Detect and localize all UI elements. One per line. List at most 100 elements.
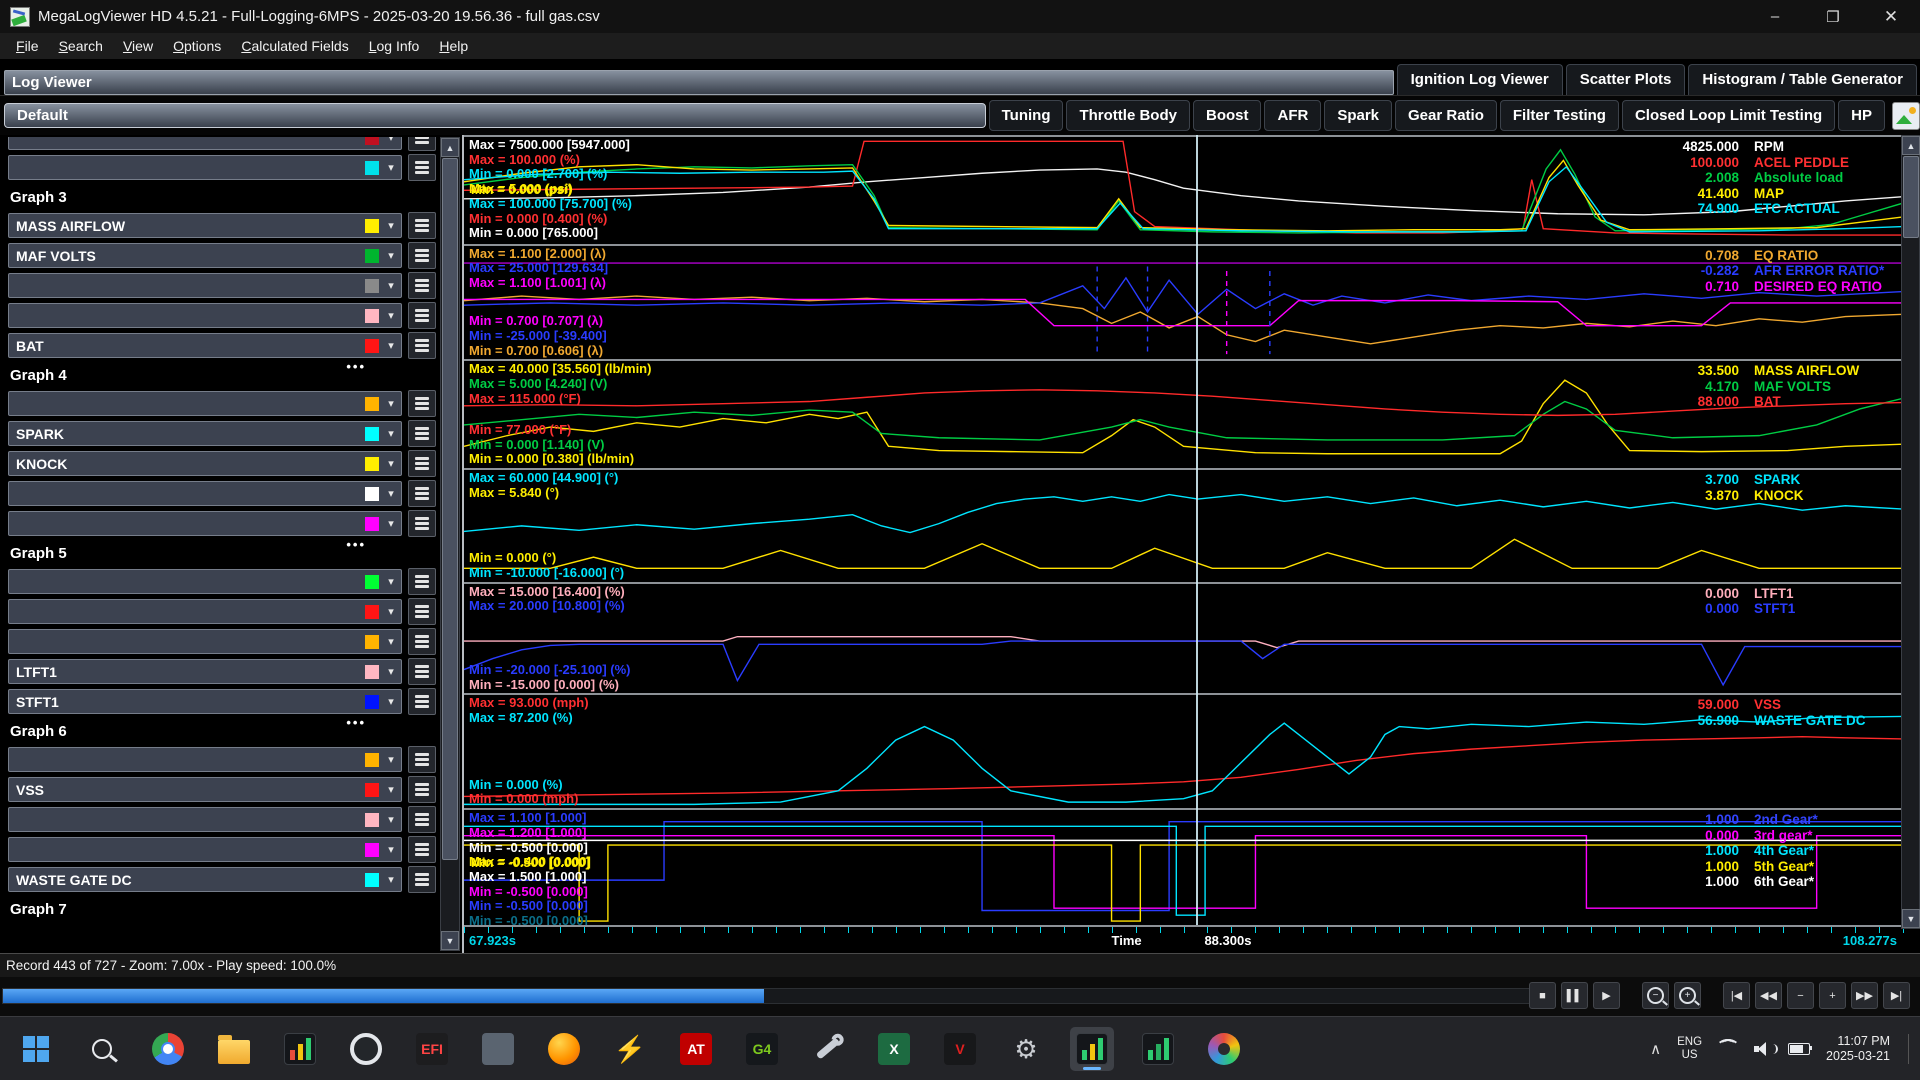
maximize-button[interactable]: ❐	[1804, 0, 1862, 33]
volume-icon[interactable]	[1754, 1041, 1772, 1057]
sidebar-scrollbar[interactable]: ▲▼	[440, 137, 460, 951]
lightning-app-icon[interactable]: ⚡	[608, 1027, 652, 1071]
channel-select-maf-volts[interactable]: MAF VOLTS▾	[8, 243, 402, 268]
close-button[interactable]: ✕	[1862, 0, 1920, 33]
channel-menu-button[interactable]	[408, 510, 436, 537]
channel-select-vss[interactable]: VSS▾	[8, 777, 402, 802]
notification-edge[interactable]	[1908, 1034, 1912, 1064]
rewind-button[interactable]: ◀◀	[1755, 982, 1782, 1009]
view-tab-hp[interactable]: HP	[1838, 100, 1885, 131]
channel-select-17[interactable]: ▾	[8, 629, 402, 654]
channel-menu-button[interactable]	[408, 836, 436, 863]
channel-select-9[interactable]: ▾	[8, 391, 402, 416]
tab-log-viewer[interactable]: Log Viewer	[4, 70, 1394, 95]
channel-select-0[interactable]: ▾	[8, 137, 402, 150]
v-app-icon[interactable]: V	[938, 1027, 982, 1071]
view-tab-afr[interactable]: AFR	[1264, 100, 1321, 131]
channel-select-ltft1[interactable]: LTFT1▾	[8, 659, 402, 684]
channel-menu-button[interactable]	[408, 598, 436, 625]
file-explorer-icon[interactable]	[212, 1027, 256, 1071]
skip-start-button[interactable]: |◀	[1723, 982, 1750, 1009]
wifi-icon[interactable]	[1718, 1041, 1738, 1057]
group-menu-dots-icon[interactable]: •••	[346, 719, 366, 727]
scroll-thumb[interactable]	[442, 158, 458, 860]
view-tab-closed-loop-limit-testing[interactable]: Closed Loop Limit Testing	[1622, 100, 1835, 131]
menu-calculated-fields[interactable]: Calculated Fields	[231, 35, 358, 57]
battery-icon[interactable]	[1788, 1043, 1810, 1055]
menu-search[interactable]: Search	[49, 35, 113, 57]
channel-menu-button[interactable]	[408, 302, 436, 329]
cobb-accesstuner-icon[interactable]: AT	[674, 1027, 718, 1071]
channel-select-23[interactable]: ▾	[8, 807, 402, 832]
channel-menu-button[interactable]	[408, 450, 436, 477]
graph-7-gears[interactable]: Max = 1.100 [1.000]Max = 1.200 [1.000]Mi…	[464, 808, 1903, 927]
channel-select-bat[interactable]: BAT▾	[8, 333, 402, 358]
start-button[interactable]	[14, 1027, 58, 1071]
efi-app-icon[interactable]: EFI	[410, 1027, 454, 1071]
channel-select-12[interactable]: ▾	[8, 481, 402, 506]
menu-file[interactable]: File	[6, 35, 49, 57]
channel-select-knock[interactable]: KNOCK▾	[8, 451, 402, 476]
zoom-out-button[interactable]: −	[1642, 982, 1669, 1009]
view-tab-spark[interactable]: Spark	[1324, 100, 1392, 131]
clock[interactable]: 11:07 PM 2025-03-21	[1826, 1034, 1890, 1064]
view-tab-tuning[interactable]: Tuning	[989, 100, 1064, 131]
scroll-up-icon[interactable]: ▲	[1902, 136, 1920, 155]
graph-4-spark-knock[interactable]: Max = 60.000 [44.900] (°)Max = 5.840 (°)…	[464, 468, 1903, 582]
graph-6-vss-wastegate[interactable]: Max = 93.000 (mph)Max = 87.200 (%)Min = …	[464, 693, 1903, 808]
channel-menu-button[interactable]	[408, 480, 436, 507]
channel-select-5[interactable]: ▾	[8, 273, 402, 298]
channel-menu-button[interactable]	[408, 866, 436, 893]
search-icon[interactable]	[80, 1027, 124, 1071]
channel-select-spark[interactable]: SPARK▾	[8, 421, 402, 446]
firefox-icon[interactable]	[542, 1027, 586, 1071]
playback-progress-track[interactable]	[2, 988, 1550, 1004]
group-menu-dots-icon[interactable]: •••	[346, 363, 366, 371]
menu-view[interactable]: View	[113, 35, 163, 57]
scroll-up-icon[interactable]: ▲	[441, 138, 459, 157]
skip-end-button[interactable]: ▶|	[1883, 982, 1910, 1009]
report-icon-button[interactable]	[1892, 102, 1920, 130]
view-tab-filter-testing[interactable]: Filter Testing	[1500, 100, 1619, 131]
graph-1-rpm[interactable]: Max = 7500.000 [5947.000]Max = 100.000 (…	[464, 135, 1903, 244]
channel-menu-button[interactable]	[408, 776, 436, 803]
channel-menu-button[interactable]	[408, 272, 436, 299]
tab-ignition-log-viewer[interactable]: Ignition Log Viewer	[1397, 64, 1563, 95]
play-button[interactable]: ▶	[1593, 982, 1620, 1009]
channel-select-15[interactable]: ▾	[8, 569, 402, 594]
channel-select-1[interactable]: ▾	[8, 155, 402, 180]
megalogviewer-icon[interactable]	[1136, 1027, 1180, 1071]
tab-scatter-plots[interactable]: Scatter Plots	[1566, 64, 1686, 95]
channel-menu-button[interactable]	[408, 137, 436, 151]
channel-select-6[interactable]: ▾	[8, 303, 402, 328]
scroll-thumb[interactable]	[1903, 156, 1919, 238]
minimize-button[interactable]: –	[1746, 0, 1804, 33]
channel-menu-button[interactable]	[408, 628, 436, 655]
graph-5-fuel-trims[interactable]: Max = 15.000 [16.400] (%)Max = 20.000 [1…	[464, 582, 1903, 694]
menu-options[interactable]: Options	[163, 35, 231, 57]
speed-up-button[interactable]: +	[1819, 982, 1846, 1009]
pause-button[interactable]: ▌▌	[1561, 982, 1588, 1009]
channel-select-waste-gate-dc[interactable]: WASTE GATE DC▾	[8, 867, 402, 892]
chart-app-icon[interactable]	[278, 1027, 322, 1071]
obs-app-icon[interactable]	[344, 1027, 388, 1071]
channel-select-13[interactable]: ▾	[8, 511, 402, 536]
channel-menu-button[interactable]	[408, 212, 436, 239]
wrench-icon[interactable]	[806, 1027, 850, 1071]
channel-menu-button[interactable]	[408, 154, 436, 181]
channel-menu-button[interactable]	[408, 658, 436, 685]
stop-button[interactable]: ■	[1529, 982, 1556, 1009]
channel-select-21[interactable]: ▾	[8, 747, 402, 772]
group-menu-dots-icon[interactable]: •••	[346, 541, 366, 549]
chrome-browser-icon[interactable]	[146, 1027, 190, 1071]
channel-menu-button[interactable]	[408, 332, 436, 359]
graph-2-eq-ratio[interactable]: Max = 1.100 [2.000] (λ)Max = 25.000 [129…	[464, 244, 1903, 360]
zoom-in-button[interactable]: +	[1674, 982, 1701, 1009]
excel-icon[interactable]: X	[872, 1027, 916, 1071]
view-tab-default[interactable]: Default	[4, 103, 986, 128]
g4-app-icon[interactable]: G4	[740, 1027, 784, 1071]
graph-3-mass-airflow[interactable]: Max = 40.000 [35.560] (lb/min)Max = 5.00…	[464, 359, 1903, 468]
fast-forward-button[interactable]: ▶▶	[1851, 982, 1878, 1009]
channel-menu-button[interactable]	[408, 390, 436, 417]
view-tab-boost[interactable]: Boost	[1193, 100, 1262, 131]
